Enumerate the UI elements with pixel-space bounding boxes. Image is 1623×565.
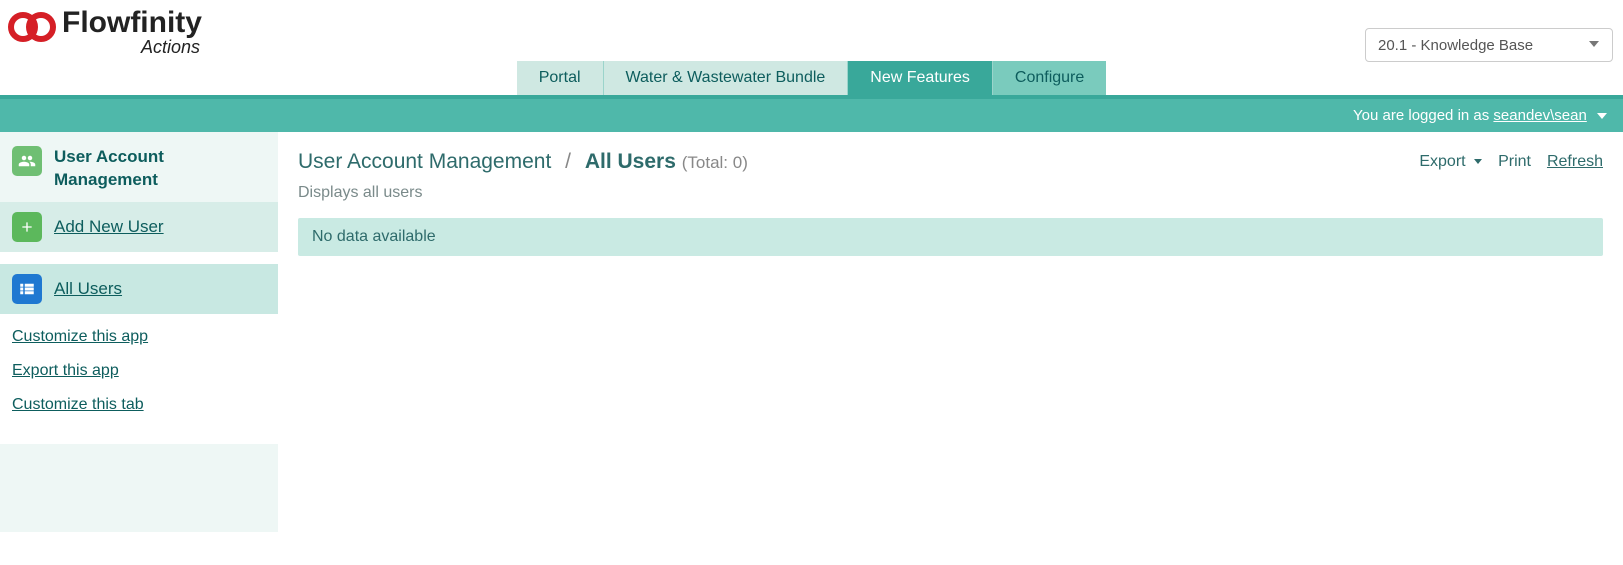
logo-main-text: Flowfinity (62, 8, 202, 38)
link-customize-app[interactable]: Customize this app (12, 328, 266, 346)
breadcrumb-separator: / (565, 150, 571, 173)
sidebar-links: Customize this app Export this app Custo… (0, 314, 278, 444)
knowledge-base-select[interactable]: 20.1 - Knowledge Base (1365, 28, 1613, 62)
plus-icon (12, 212, 42, 242)
logged-in-user[interactable]: seandev\sean (1493, 107, 1586, 124)
breadcrumb-root[interactable]: User Account Management (298, 150, 551, 173)
main-content: User Account Management / All Users (Tot… (278, 132, 1623, 532)
tab-new-features[interactable]: New Features (848, 61, 993, 95)
body: User Account Management Add New User All… (0, 132, 1623, 532)
tab-configure[interactable]: Configure (993, 61, 1106, 95)
chevron-down-icon (1474, 159, 1482, 164)
breadcrumb: User Account Management / All Users (Tot… (298, 150, 748, 174)
user-menu-caret-icon[interactable] (1597, 113, 1607, 119)
tab-portal[interactable]: Portal (517, 61, 604, 95)
main-tabs: Portal Water & Wastewater Bundle New Fea… (0, 61, 1623, 95)
sidebar-app-title[interactable]: User Account Management (0, 132, 278, 202)
sidebar-all-users[interactable]: All Users (0, 264, 278, 314)
login-prefix: You are logged in as (1353, 107, 1493, 124)
logo-sub-text: Actions (62, 38, 202, 56)
no-data-message: No data available (298, 218, 1603, 256)
page-subtitle: Displays all users (298, 184, 1603, 202)
sidebar-separator (0, 252, 278, 264)
page-actions: Export Print Refresh (1419, 153, 1603, 171)
link-customize-tab[interactable]: Customize this tab (12, 396, 266, 414)
print-button[interactable]: Print (1498, 153, 1531, 171)
login-status-bar: You are logged in as seandev\sean (0, 99, 1623, 132)
link-export-app[interactable]: Export this app (12, 362, 266, 380)
export-button[interactable]: Export (1419, 153, 1482, 171)
refresh-button[interactable]: Refresh (1547, 153, 1603, 171)
users-icon (12, 146, 42, 176)
breadcrumb-total: (Total: 0) (682, 153, 748, 172)
logo-icon (8, 12, 56, 42)
sidebar: User Account Management Add New User All… (0, 132, 278, 532)
app-header: Flowfinity Actions 20.1 - Knowledge Base… (0, 0, 1623, 95)
breadcrumb-current: All Users (585, 150, 676, 173)
tab-water-wastewater[interactable]: Water & Wastewater Bundle (604, 61, 849, 95)
sidebar-add-new-user[interactable]: Add New User (0, 202, 278, 252)
list-icon (12, 274, 42, 304)
logo: Flowfinity Actions (8, 8, 202, 56)
